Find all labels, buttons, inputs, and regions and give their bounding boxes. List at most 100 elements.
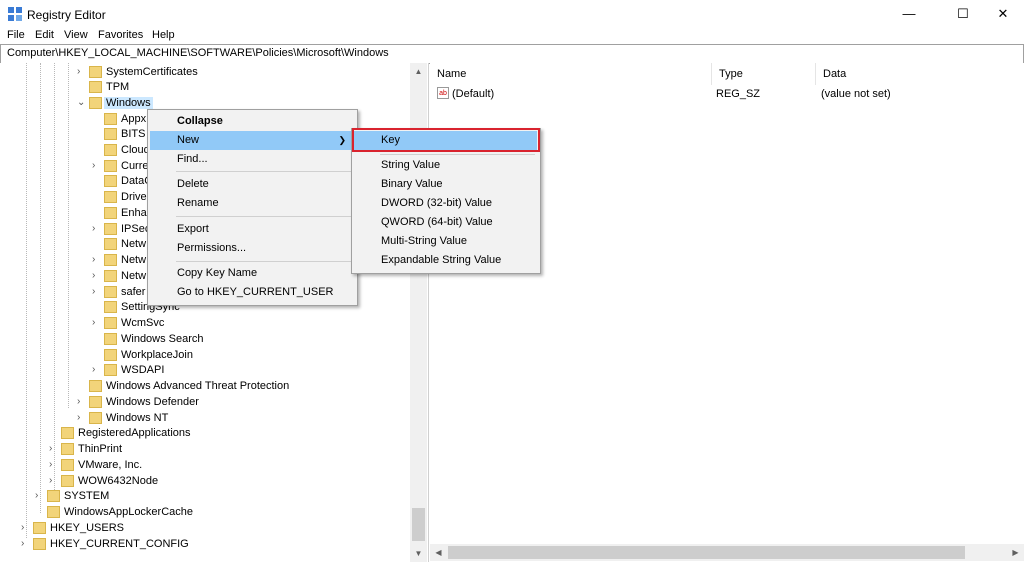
folder-icon [104,286,117,298]
chevron-right-icon[interactable]: › [49,459,59,470]
menu-item-new[interactable]: New ❯ [150,131,354,150]
menu-item-find[interactable]: Find... [150,150,354,169]
column-header-data[interactable]: Data [816,63,1024,85]
tree-item-label: WOW6432Node [78,475,159,487]
tree-item-label: safer [121,286,146,298]
value-name: (Default) [452,88,495,100]
menu-item-permissions[interactable]: Permissions... [150,239,354,258]
tree-item-label: Cloud [121,144,150,156]
chevron-right-icon[interactable]: › [77,412,87,423]
string-value-icon: ab [437,87,449,99]
scroll-right-arrow-icon[interactable]: ▶ [1007,544,1024,561]
title-bar: Registry Editor — ☐ ✕ [0,0,1024,28]
menu-item-label: New [177,134,200,146]
folder-icon [47,506,60,518]
folder-icon [104,349,117,361]
menu-item-multi-string-value[interactable]: Multi-String Value [354,232,537,251]
menu-item-copy-key-name[interactable]: Copy Key Name [150,264,354,283]
menu-view[interactable]: View [64,29,88,41]
folder-icon [104,223,117,235]
column-header-name[interactable]: Name [430,63,712,85]
chevron-right-icon[interactable]: › [35,490,45,501]
scroll-thumb[interactable] [448,546,965,559]
folder-icon [104,270,117,282]
menu-item-rename[interactable]: Rename [150,194,354,213]
chevron-right-icon[interactable]: › [21,538,31,549]
folder-icon [89,380,102,392]
folder-icon [61,459,74,471]
tree-item-label: WSDAPI [121,364,165,376]
tree-guide [26,63,27,538]
tree-item-label: WorkplaceJoin [121,349,193,361]
menu-favorites[interactable]: Favorites [98,29,143,41]
context-menu: Collapse New ❯ Find... Delete Rename Expo… [147,109,358,306]
folder-icon [104,160,117,172]
column-header-type[interactable]: Type [712,63,816,85]
menu-help[interactable]: Help [152,29,175,41]
menu-item-export[interactable]: Export [150,220,354,239]
scroll-left-arrow-icon[interactable]: ◀ [430,544,447,561]
menu-file[interactable]: File [7,29,25,41]
chevron-right-icon: ❯ [338,135,346,145]
tree-item-label: HKEY_CURRENT_CONFIG [50,538,189,550]
folder-icon [89,81,102,93]
menu-separator [176,261,351,262]
tree-item-label: Driver [121,191,151,203]
folder-icon [104,254,117,266]
chevron-right-icon[interactable]: › [49,443,59,454]
menu-item-goto-hkcu[interactable]: Go to HKEY_CURRENT_USER [150,283,354,302]
menu-bar: File Edit View Favorites Help [0,28,1024,44]
menu-item-dword-value[interactable]: DWORD (32-bit) Value [354,194,537,213]
chevron-right-icon[interactable]: › [92,317,102,328]
tree-guide [68,63,69,408]
menu-item-qword-value[interactable]: QWORD (64-bit) Value [354,213,537,232]
menu-item-expandable-string-value[interactable]: Expandable String Value [354,251,537,270]
scroll-thumb[interactable] [412,508,425,541]
tree-item-label: ThinPrint [78,443,123,455]
menu-item-string-value[interactable]: String Value [354,156,537,175]
tree-item-label: VMware, Inc. [78,459,143,471]
folder-icon [104,238,117,250]
tree-item-label: Enhar [121,207,151,219]
value-type: REG_SZ [716,88,761,100]
folder-icon [104,333,117,345]
chevron-right-icon[interactable]: › [77,396,87,407]
window-title: Registry Editor [27,8,106,22]
folder-icon [61,427,74,439]
menu-item-delete[interactable]: Delete [150,175,354,194]
folder-icon [104,207,117,219]
menu-separator [380,154,535,155]
chevron-right-icon[interactable]: › [92,286,102,297]
chevron-right-icon[interactable]: › [92,160,102,171]
menu-item-collapse[interactable]: Collapse [150,112,354,131]
tree-item-label: Windows Defender [106,396,199,408]
chevron-right-icon[interactable]: › [92,364,102,375]
menu-edit[interactable]: Edit [35,29,54,41]
folder-icon [89,396,102,408]
chevron-right-icon[interactable]: › [92,254,102,265]
tree-item-label: HKEY_USERS [50,522,124,534]
menu-separator [176,216,351,217]
tree-item-label: WcmSvc [121,317,165,329]
menu-item-binary-value[interactable]: Binary Value [354,175,537,194]
tree-item-label: BITS [121,128,146,140]
tree-item-label: Netw [121,254,147,266]
minimize-button[interactable]: — [886,0,932,28]
chevron-right-icon[interactable]: › [77,66,87,77]
folder-icon [104,113,117,125]
value-data: (value not set) [821,88,891,100]
chevron-right-icon[interactable]: › [92,270,102,281]
address-bar[interactable]: Computer\HKEY_LOCAL_MACHINE\SOFTWARE\Pol… [0,44,1024,64]
list-horizontal-scrollbar[interactable]: ◀ ▶ [430,544,1024,561]
chevron-right-icon[interactable]: › [92,223,102,234]
tree-item-label: Windows NT [106,412,169,424]
tree-item-label: Appx [121,113,147,125]
chevron-right-icon[interactable]: › [49,475,59,486]
chevron-down-icon[interactable]: ⌄ [77,97,87,108]
scroll-down-arrow-icon[interactable]: ▼ [410,545,427,562]
tree-item-label: Netw [121,270,147,282]
chevron-right-icon[interactable]: › [21,522,31,533]
close-button[interactable]: ✕ [980,0,1024,28]
scroll-up-arrow-icon[interactable]: ▲ [410,63,427,80]
menu-separator [176,171,351,172]
